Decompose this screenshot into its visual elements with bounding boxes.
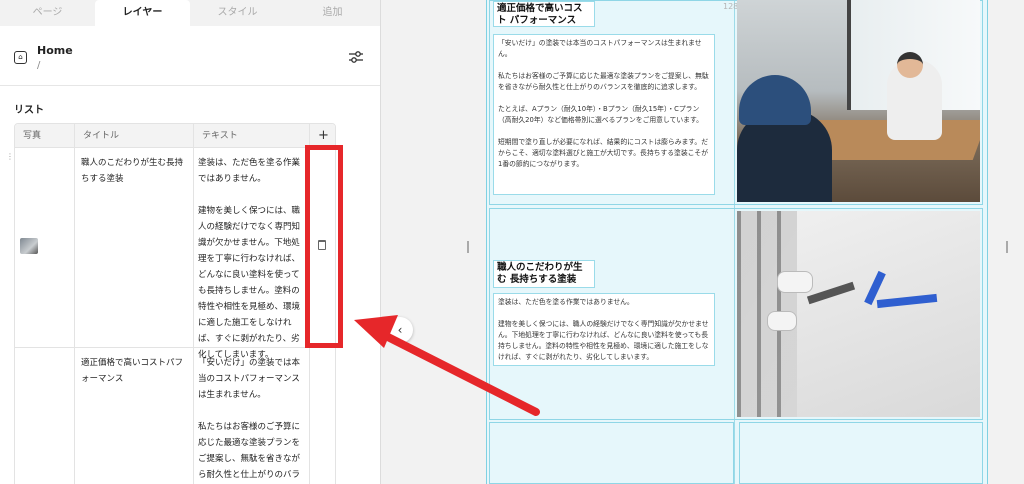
text-cell[interactable]: 「安いだけ」の塗装では本当のコストパフォーマンスは生まれません。 私たちはお客様… <box>194 348 310 484</box>
photo-cell[interactable] <box>15 348 75 484</box>
resize-handle-left[interactable] <box>467 241 469 253</box>
canvas-section-empty-right[interactable] <box>739 422 983 484</box>
title-cell[interactable]: 職人のこだわりが生む長持ちする塗装 <box>75 148 194 347</box>
photo-thumbnail[interactable] <box>20 238 38 254</box>
section-photo[interactable] <box>737 0 980 202</box>
sliders-icon[interactable] <box>347 48 365 66</box>
tab-layers[interactable]: レイヤー <box>95 0 190 26</box>
chevron-left-icon: ‹ <box>397 323 403 337</box>
page-title: Home <box>37 44 73 57</box>
panel-tabs: ページ レイヤー スタイル 追加 <box>0 0 380 26</box>
page-row[interactable]: ⌂ Home / <box>0 26 380 86</box>
table-row[interactable]: 職人のこだわりが生む長持ちする塗装 塗装は、ただ色を塗る作業ではありません。 建… <box>15 148 335 360</box>
row-drag-handle-icon[interactable]: ⋮ <box>6 153 14 165</box>
photo-cell[interactable] <box>15 148 75 347</box>
section-heading[interactable]: 適正価格で高いコスト パフォーマンス <box>493 1 595 27</box>
home-icon: ⌂ <box>14 51 27 64</box>
tab-style[interactable]: スタイル <box>190 0 285 26</box>
section-heading[interactable]: 職人のこだわりが生む 長持ちする塗装 <box>493 260 595 288</box>
section-body-text[interactable]: 塗装は、ただ色を塗る作業ではありません。 建物を美しく保つには、職人の経験だけで… <box>493 293 715 366</box>
table-row[interactable]: 適正価格で高いコストパフォーマンス 「安いだけ」の塗装では本当のコストパフォーマ… <box>15 348 335 484</box>
section-body-text[interactable]: 「安いだけ」の塗装では本当のコストパフォーマンスは生まれません。 私たちはお客様… <box>493 34 715 195</box>
list-table: 写真 タイトル テキスト + 職人のこだわりが生む長持ちする塗装 塗装は、ただ色… <box>14 123 336 484</box>
column-photo: 写真 <box>15 124 75 148</box>
collapse-panel-button[interactable]: ‹ <box>387 317 413 343</box>
table-header: 写真 タイトル テキスト + <box>15 124 335 148</box>
page-path: / <box>37 60 41 71</box>
canvas-section-empty-left[interactable] <box>489 422 734 484</box>
list-label: リスト <box>14 105 44 116</box>
tab-page[interactable]: ページ <box>0 0 95 26</box>
highlight-box <box>305 145 343 348</box>
title-cell[interactable]: 適正価格で高いコストパフォーマンス <box>75 348 194 484</box>
tab-add[interactable]: 追加 <box>285 0 380 26</box>
section-photo[interactable] <box>737 211 980 417</box>
text-cell[interactable]: 塗装は、ただ色を塗る作業ではありません。 建物を美しく保つには、職人の経験だけで… <box>194 148 310 360</box>
row-action-cell <box>310 348 335 484</box>
resize-handle-right[interactable] <box>1006 241 1008 253</box>
column-text: テキスト <box>194 124 310 148</box>
column-title: タイトル <box>75 124 194 148</box>
